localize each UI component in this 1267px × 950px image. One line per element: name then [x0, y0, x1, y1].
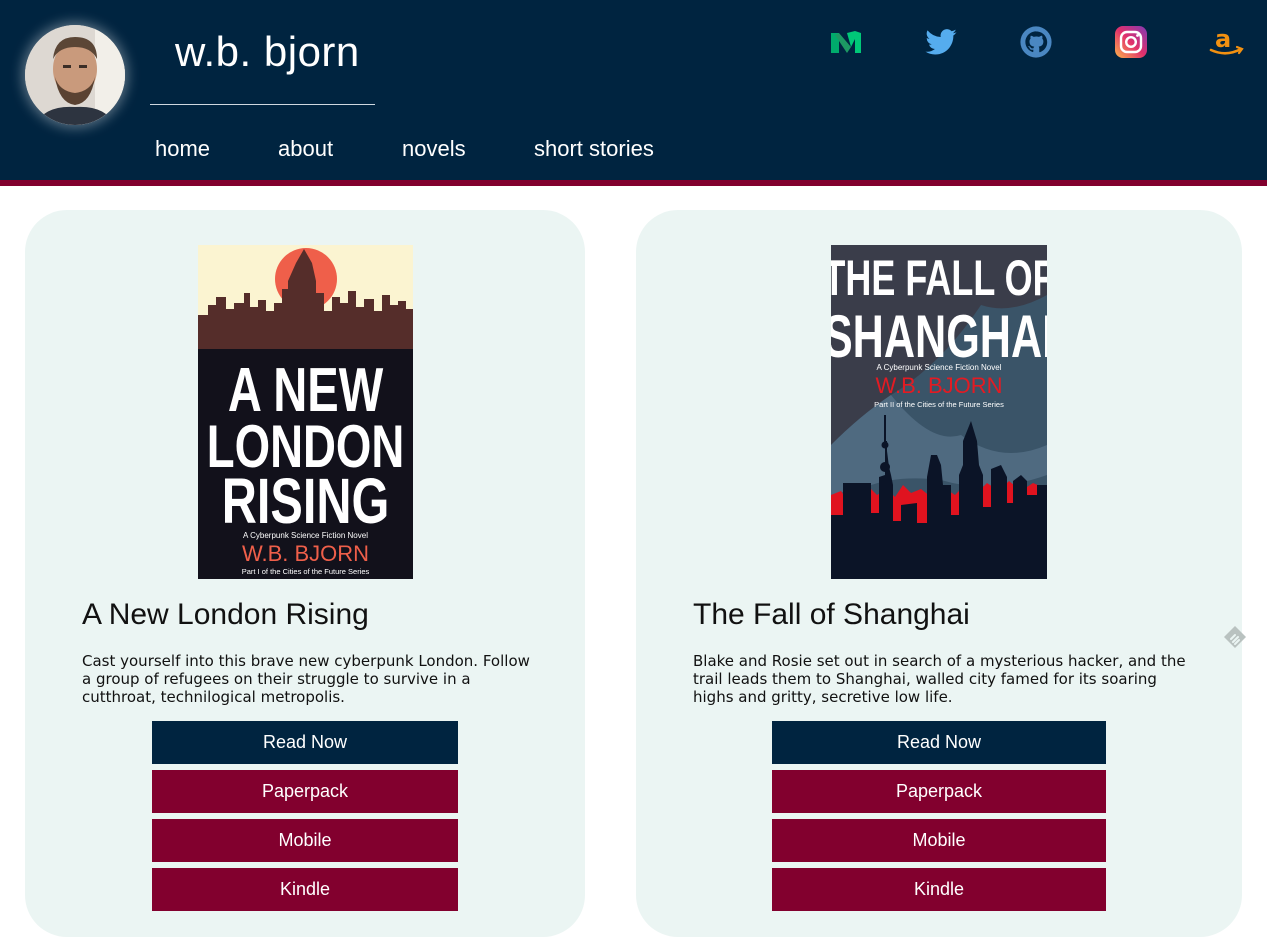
author-photo [25, 25, 125, 125]
book-title[interactable]: A New London Rising [82, 598, 369, 632]
twitter-icon[interactable] [924, 25, 958, 59]
cover-title-line-1: THE FALL OF [831, 251, 1047, 306]
kindle-button[interactable]: Kindle [152, 868, 458, 911]
paperback-button[interactable]: Paperpack [772, 770, 1106, 813]
site-header: w.b. bjorn home about novels short stori… [0, 0, 1267, 186]
read-now-button[interactable]: Read Now [152, 721, 458, 764]
cover-series: Part I of the Cities of the Future Serie… [242, 567, 370, 576]
nav-home[interactable]: home [155, 136, 210, 162]
kindle-button[interactable]: Kindle [772, 868, 1106, 911]
mobile-button[interactable]: Mobile [772, 819, 1106, 862]
nav-novels[interactable]: novels [402, 136, 466, 162]
cover-series: Part II of the Cities of the Future Seri… [874, 400, 1004, 409]
cover-author: W.B. BJORN [242, 541, 369, 566]
cover-author: W.B. BJORN [875, 373, 1002, 398]
book-card-fall-of-shanghai: THE FALL OF SHANGHAI A Cyberpunk Science… [636, 210, 1242, 937]
cover-title-line-2: SHANGHAI [831, 304, 1047, 371]
avatar[interactable] [25, 25, 125, 125]
book-card-new-london-rising: A NEW LONDON RISING A Cyberpunk Science … [25, 210, 585, 937]
main-nav: home about novels short stories [0, 136, 760, 166]
book-title[interactable]: The Fall of Shanghai [693, 598, 970, 632]
read-now-button[interactable]: Read Now [772, 721, 1106, 764]
cover-title-line-3: RISING [222, 467, 390, 538]
book-description: Blake and Rosie set out in search of a m… [693, 652, 1186, 706]
medium-icon[interactable] [829, 25, 863, 59]
github-icon[interactable] [1019, 25, 1053, 59]
book-cover-fall-of-shanghai[interactable]: THE FALL OF SHANGHAI A Cyberpunk Science… [831, 245, 1047, 579]
mobile-button[interactable]: Mobile [152, 819, 458, 862]
nav-short-stories[interactable]: short stories [534, 136, 654, 162]
nav-about[interactable]: about [278, 136, 333, 162]
cover-tagline: A Cyberpunk Science Fiction Novel [243, 531, 368, 540]
cover-tagline: A Cyberpunk Science Fiction Novel [877, 363, 1002, 372]
amazon-icon[interactable]: a [1208, 25, 1244, 59]
site-title[interactable]: w.b. bjorn [175, 28, 360, 76]
instagram-icon[interactable] [1114, 25, 1148, 59]
paperback-button[interactable]: Paperpack [152, 770, 458, 813]
book-cover-new-london-rising[interactable]: A NEW LONDON RISING A Cyberpunk Science … [198, 245, 413, 579]
feedly-icon[interactable] [1222, 624, 1248, 650]
svg-text:a: a [1215, 25, 1231, 53]
book-description: Cast yourself into this brave new cyberp… [82, 652, 530, 706]
title-underline [150, 104, 375, 105]
